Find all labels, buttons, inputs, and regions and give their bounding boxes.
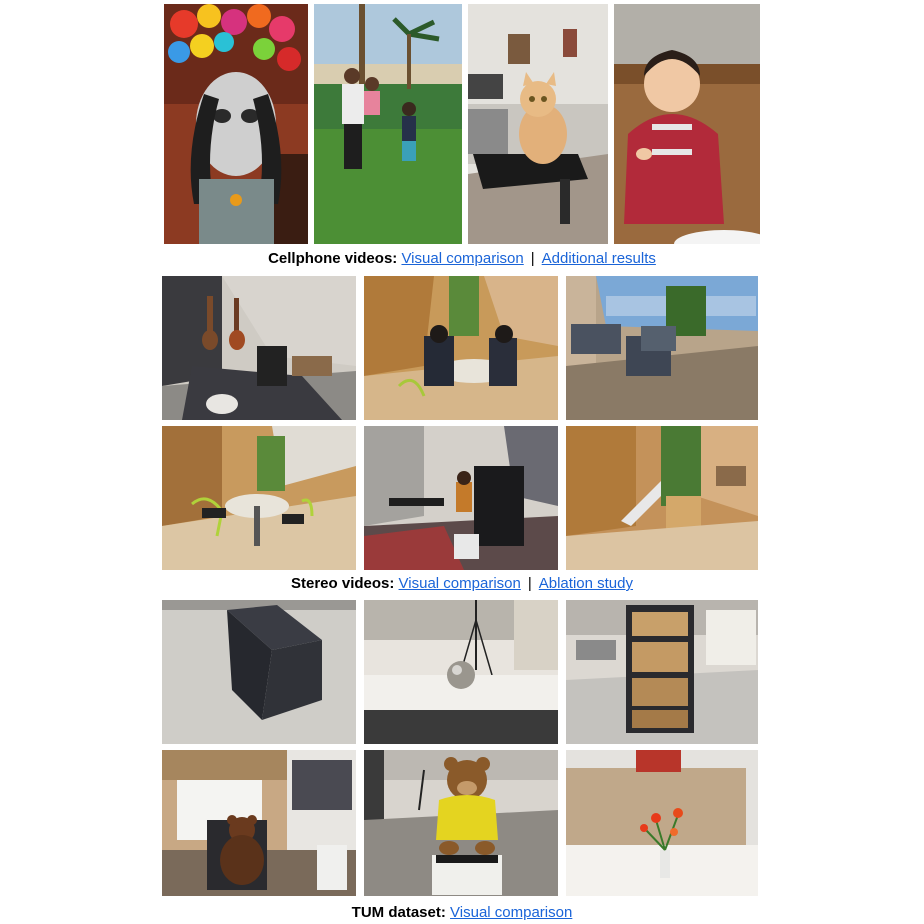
thumbnail-flower-vase[interactable] (566, 750, 758, 896)
tum-dataset-label: TUM dataset: (351, 904, 446, 921)
thumbnail-cat-on-chair[interactable] (468, 4, 608, 244)
cellphone-videos-label: Cellphone videos: (268, 250, 398, 267)
link-separator: | (527, 575, 532, 592)
thumbnail-stairs-tree[interactable] (566, 426, 758, 570)
thumbnail-black-box[interactable] (162, 600, 356, 744)
cellphone-visual-comparison-link[interactable]: Visual comparison (401, 250, 523, 267)
thumbnail-guitar-room[interactable] (162, 276, 356, 420)
tum-visual-comparison-link[interactable]: Visual comparison (450, 904, 572, 921)
thumbnail-lounge-sofas[interactable] (566, 276, 758, 420)
thumbnail-beach-family[interactable] (314, 4, 462, 244)
link-separator: | (530, 250, 535, 267)
thumbnail-chess-players[interactable] (364, 276, 558, 420)
cellphone-additional-results-link[interactable]: Additional results (542, 250, 656, 267)
thumbnail-teddy-on-chair[interactable] (162, 750, 356, 896)
stereo-ablation-study-link[interactable]: Ablation study (539, 575, 633, 592)
thumbnail-chess-table[interactable] (162, 426, 356, 570)
stereo-videos-label: Stereo videos: (291, 575, 395, 592)
thumbnail-child-eating[interactable] (614, 4, 760, 244)
thumbnail-catrina-statue[interactable] (164, 4, 308, 244)
thumbnail-empty-shelf[interactable] (566, 600, 758, 744)
stereo-visual-comparison-link[interactable]: Visual comparison (399, 575, 521, 592)
tum-dataset-caption: TUM dataset: Visual comparison (0, 904, 924, 922)
thumbnail-teddy-yellow-shirt[interactable] (364, 750, 558, 896)
cellphone-videos-caption: Cellphone videos: Visual comparison | Addi… (0, 250, 924, 268)
stereo-videos-caption: Stereo videos: Visual comparison | Ablatio… (0, 575, 924, 593)
thumbnail-piano-room[interactable] (364, 426, 558, 570)
thumbnail-silver-ball[interactable] (364, 600, 558, 744)
